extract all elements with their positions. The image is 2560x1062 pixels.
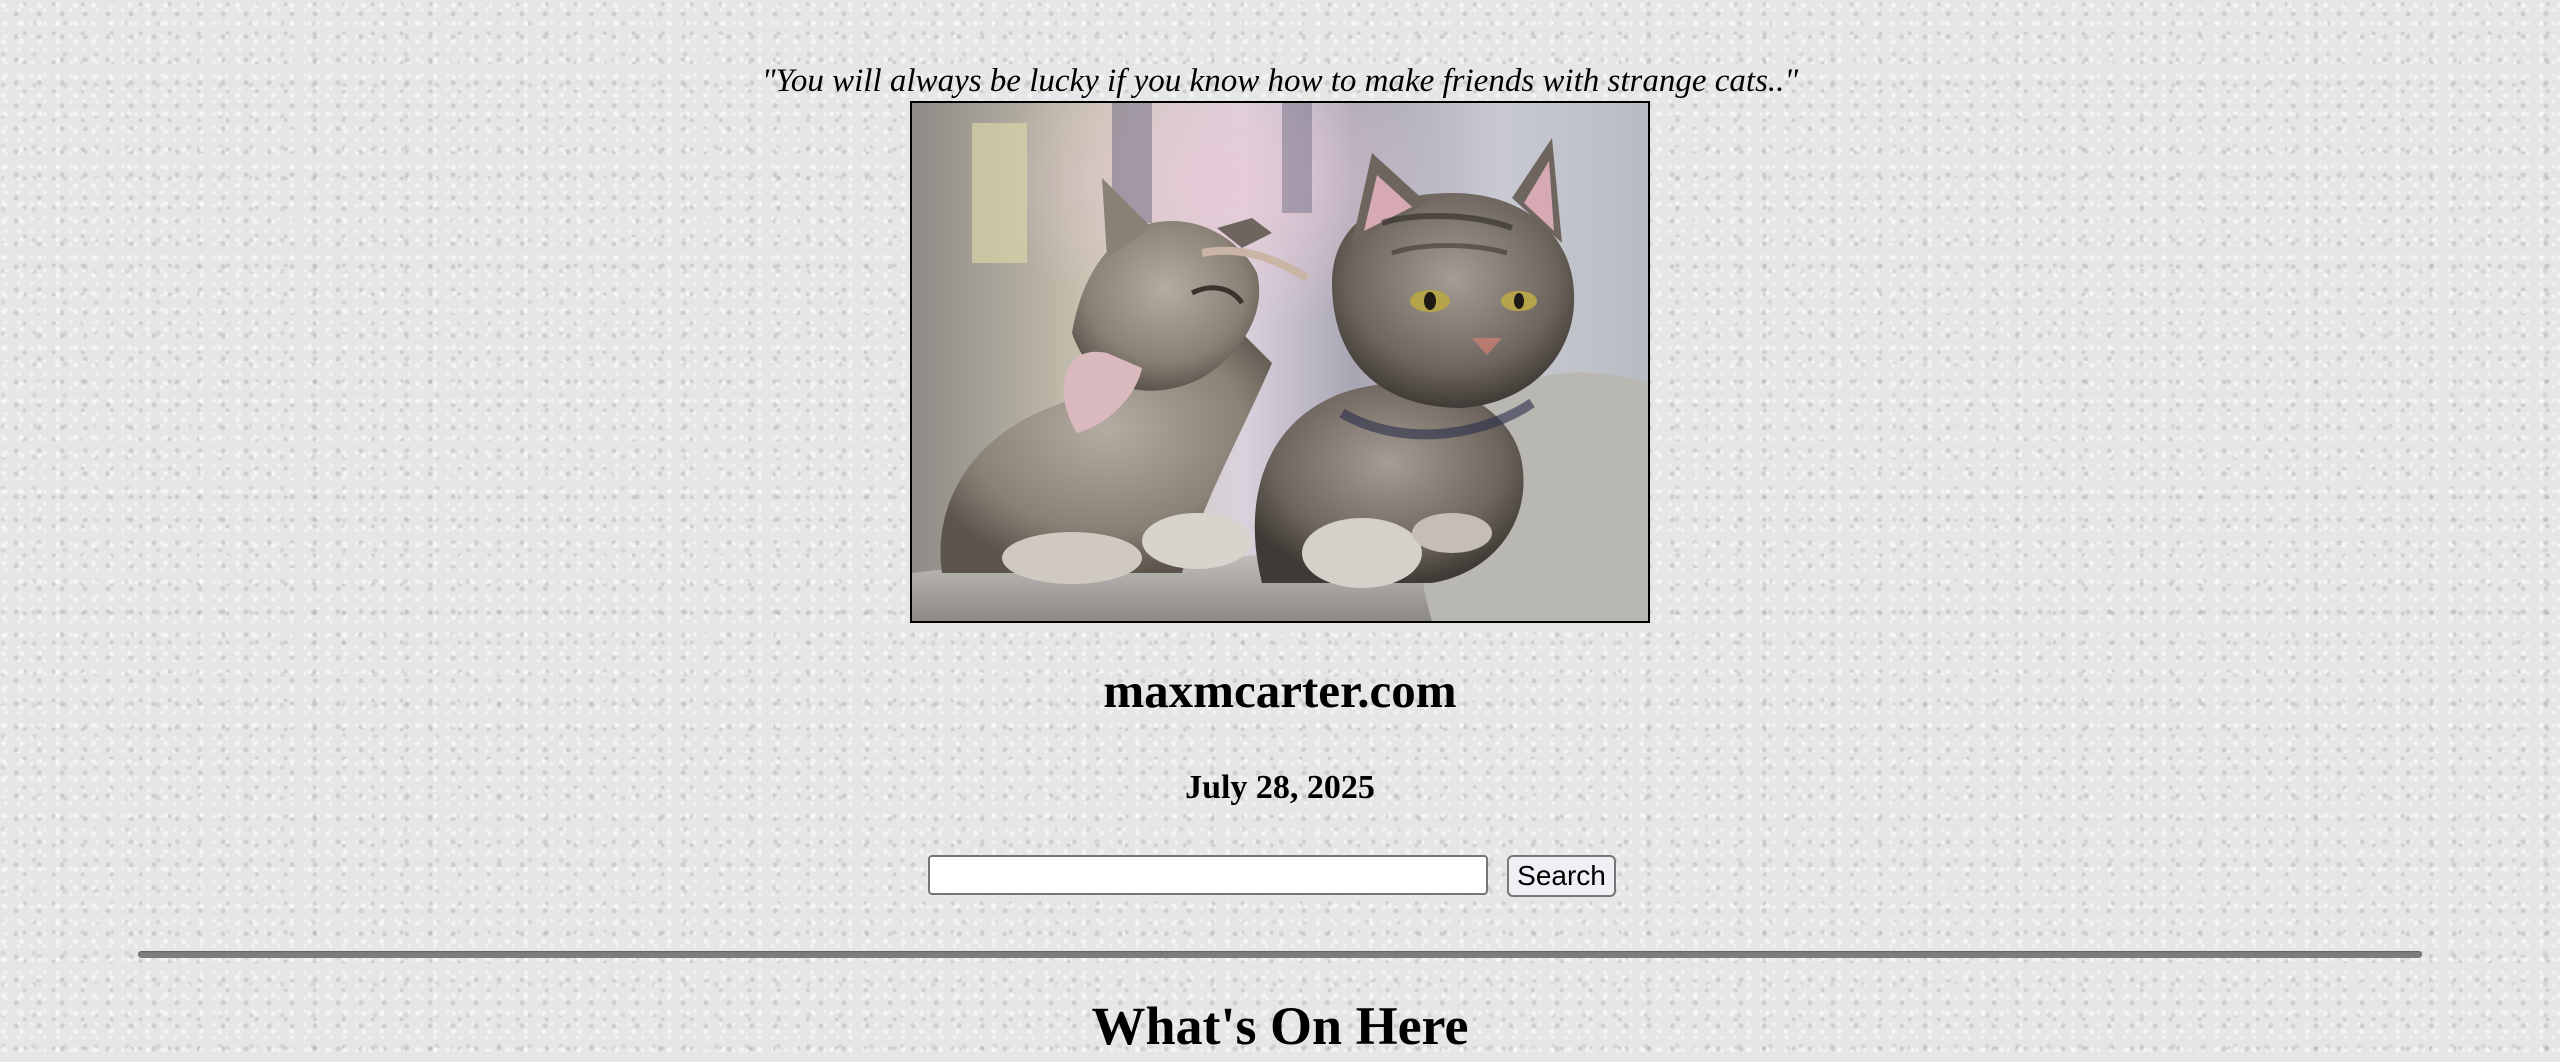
quote-text: "You will always be lucky if you know ho… bbox=[761, 63, 1799, 99]
kittens-photo bbox=[910, 101, 1650, 623]
search-input[interactable] bbox=[928, 855, 1488, 895]
search-button[interactable]: Search bbox=[1507, 855, 1616, 897]
site-title: maxmcarter.com bbox=[1103, 663, 1457, 718]
section-heading: What's On Here bbox=[1091, 996, 1469, 1056]
horizontal-divider bbox=[138, 951, 2422, 958]
current-date: July 28, 2025 bbox=[1185, 769, 1375, 806]
